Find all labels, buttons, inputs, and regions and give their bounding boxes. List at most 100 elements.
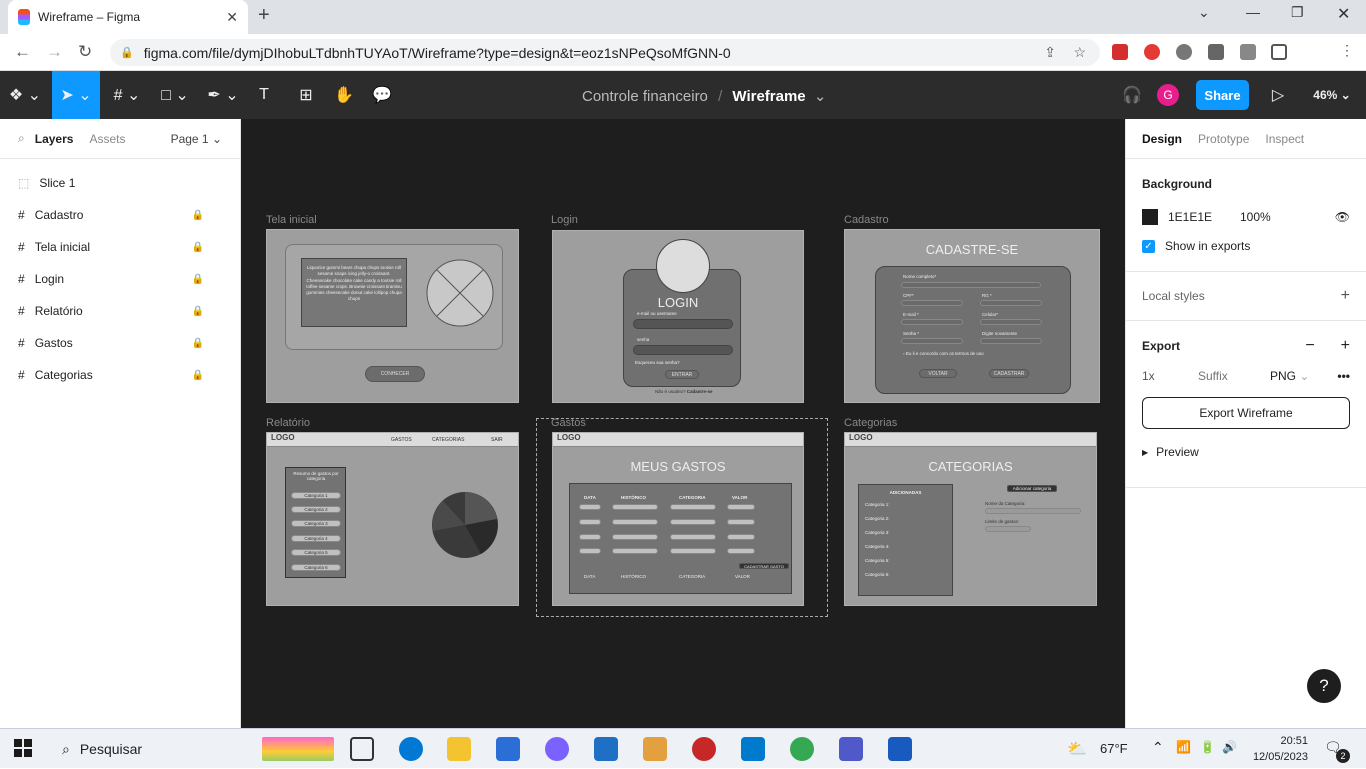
layer-item-login[interactable]: # Login 🔒 [0,263,240,295]
close-tab-icon[interactable]: ✕ [226,9,238,26]
media-control-icon[interactable] [1240,44,1256,60]
weather-temp[interactable]: 67°F [1100,741,1128,756]
tray-chevron-icon[interactable]: ⌃ [1152,739,1164,756]
layer-item-relatorio[interactable]: # Relatório 🔒 [0,295,240,327]
chrome-icon[interactable] [790,737,814,761]
forward-icon[interactable]: → [46,42,63,62]
category-pill[interactable]: Categoria 2 [291,506,341,513]
add-category-button[interactable]: Adicionar categoria [1007,485,1057,492]
layer-item-cadastro[interactable]: # Cadastro 🔒 [0,199,240,231]
lock-icon[interactable]: 🔒 [192,242,204,253]
extension-gear-icon[interactable] [1176,44,1192,60]
senha-input[interactable] [633,345,733,355]
audio-headphones-icon[interactable]: 🎧 [1118,71,1146,119]
maximize-button[interactable]: ❐ [1291,4,1304,21]
email-input[interactable] [901,319,963,325]
layer-item-slice[interactable]: ⬚ Slice 1 [0,167,240,199]
export-scale[interactable]: 1x [1142,369,1188,383]
lock-icon[interactable]: 🔒 [192,370,204,381]
weather-icon[interactable]: ⛅ [1067,739,1087,759]
more-options-icon[interactable]: ••• [1337,369,1350,383]
search-icon[interactable]: ⌕ [18,131,25,146]
preview-toggle[interactable]: ▶ Preview [1142,445,1350,459]
app-icon[interactable] [643,737,667,761]
frame-cadastro[interactable]: CADASTRE-SE Nome completo* CPF* RG * E-m… [844,229,1100,403]
resources-tool-icon[interactable]: ⊞ [290,71,322,119]
new-tab-button[interactable]: + [258,4,270,27]
forgot-password-link[interactable]: Esqueceu sua senha? [635,360,680,365]
tab-prototype[interactable]: Prototype [1198,132,1249,146]
layer-item-categorias[interactable]: # Categorias 🔒 [0,359,240,391]
category-name-input[interactable] [985,508,1081,514]
email-input[interactable] [633,319,733,329]
rg-input[interactable] [980,300,1042,306]
battery-icon[interactable]: 🔋 [1200,740,1215,754]
reload-icon[interactable]: ↻ [78,42,92,62]
present-play-icon[interactable]: ▷ [1266,71,1290,119]
cpf-input[interactable] [901,300,963,306]
tab-assets[interactable]: Assets [89,132,125,146]
wifi-icon[interactable]: 📶 [1176,740,1191,754]
tab-layers[interactable]: Layers [35,132,74,146]
file-explorer-icon[interactable] [447,737,471,761]
voltar-button[interactable]: VOLTAR [919,369,957,378]
export-format-select[interactable]: PNG ⌄ [1270,369,1309,383]
nav-sair[interactable]: SAIR [491,437,503,443]
task-view-icon[interactable] [350,737,374,761]
pen-tool-icon[interactable]: ✒ ⌄ [200,71,246,119]
senha-input[interactable] [901,338,963,344]
app-icon[interactable] [692,737,716,761]
frame-tela-inicial[interactable]: Liquorice gummi bears chupa chups tootsi… [266,229,519,403]
lock-icon[interactable]: 🔒 [192,306,204,317]
frame-label-relatorio[interactable]: Relatório [266,417,310,429]
shape-tool-icon[interactable]: □ ⌄ [152,71,198,119]
frame-label-cadastro[interactable]: Cadastro [844,214,889,226]
project-name[interactable]: Controle financeiro [582,88,708,105]
suffix-input[interactable] [1198,369,1258,383]
category-pill[interactable]: Categoria 5 [291,549,341,556]
category-pill[interactable]: Categoria 1 [291,492,341,499]
frame-tool-icon[interactable]: # ⌄ [104,71,150,119]
cadastrar-button[interactable]: CADASTRAR [989,369,1029,378]
side-panel-icon[interactable] [1271,44,1287,60]
user-avatar[interactable]: G [1157,84,1179,106]
frame-label-login[interactable]: Login [551,214,578,226]
back-icon[interactable]: ← [14,42,31,62]
url-field[interactable]: 🔒 figma.com/file/dymjDIhobuLTdbnhTUYAoT/… [110,39,1100,66]
minimize-button[interactable]: — [1246,4,1260,20]
tab-design[interactable]: Design [1142,132,1182,146]
eye-visibility-icon[interactable]: 👁 [1335,210,1350,224]
word-icon[interactable] [888,737,912,761]
nav-gastos[interactable]: GASTOS [391,437,412,443]
category-pill[interactable]: Categoria 6 [291,564,341,571]
vscode-icon[interactable] [741,737,765,761]
tab-inspect[interactable]: Inspect [1265,132,1304,146]
nome-input[interactable] [901,282,1041,288]
chevron-down-icon[interactable]: ⌄ [814,88,827,105]
comment-tool-icon[interactable]: 💬 [366,71,398,119]
ms-store-icon[interactable] [496,737,520,761]
cadastrar-gasto-button[interactable]: CADASTRAR GASTO [739,563,789,569]
senha2-input[interactable] [980,338,1042,344]
text-tool-icon[interactable]: T [248,71,280,119]
frame-relatorio[interactable]: LOGO GASTOS CATEGORIAS SAIR Resumo de ga… [266,432,519,606]
category-pill[interactable]: Categoria 3 [291,520,341,527]
lock-icon[interactable]: 🔒 [192,338,204,349]
frame-gastos[interactable]: LOGO MEUS GASTOS DATA HISTÓRICO CATEGORI… [552,432,804,606]
canvas[interactable]: Tela inicial Liquorice gummi bears chupa… [241,119,1125,728]
layer-item-tela-inicial[interactable]: # Tela inicial 🔒 [0,231,240,263]
share-page-icon[interactable]: ⇪ [1044,44,1056,61]
app-icon[interactable] [545,737,569,761]
close-window-button[interactable]: ✕ [1337,4,1350,24]
share-button[interactable]: Share [1196,80,1249,110]
add-export-icon[interactable]: + [1341,337,1350,355]
signup-link[interactable]: Cadastre-se [687,389,713,394]
bookmark-star-icon[interactable]: ☆ [1073,44,1086,61]
windows-start-icon[interactable] [14,739,32,757]
layer-item-gastos[interactable]: # Gastos 🔒 [0,327,240,359]
frame-login[interactable]: LOGIN e-mail ou username senha Esqueceu … [552,230,804,403]
file-name[interactable]: Wireframe [732,88,805,105]
volume-icon[interactable]: 🔊 [1222,740,1237,754]
limit-input[interactable] [985,526,1031,532]
add-style-icon[interactable]: + [1341,287,1350,305]
